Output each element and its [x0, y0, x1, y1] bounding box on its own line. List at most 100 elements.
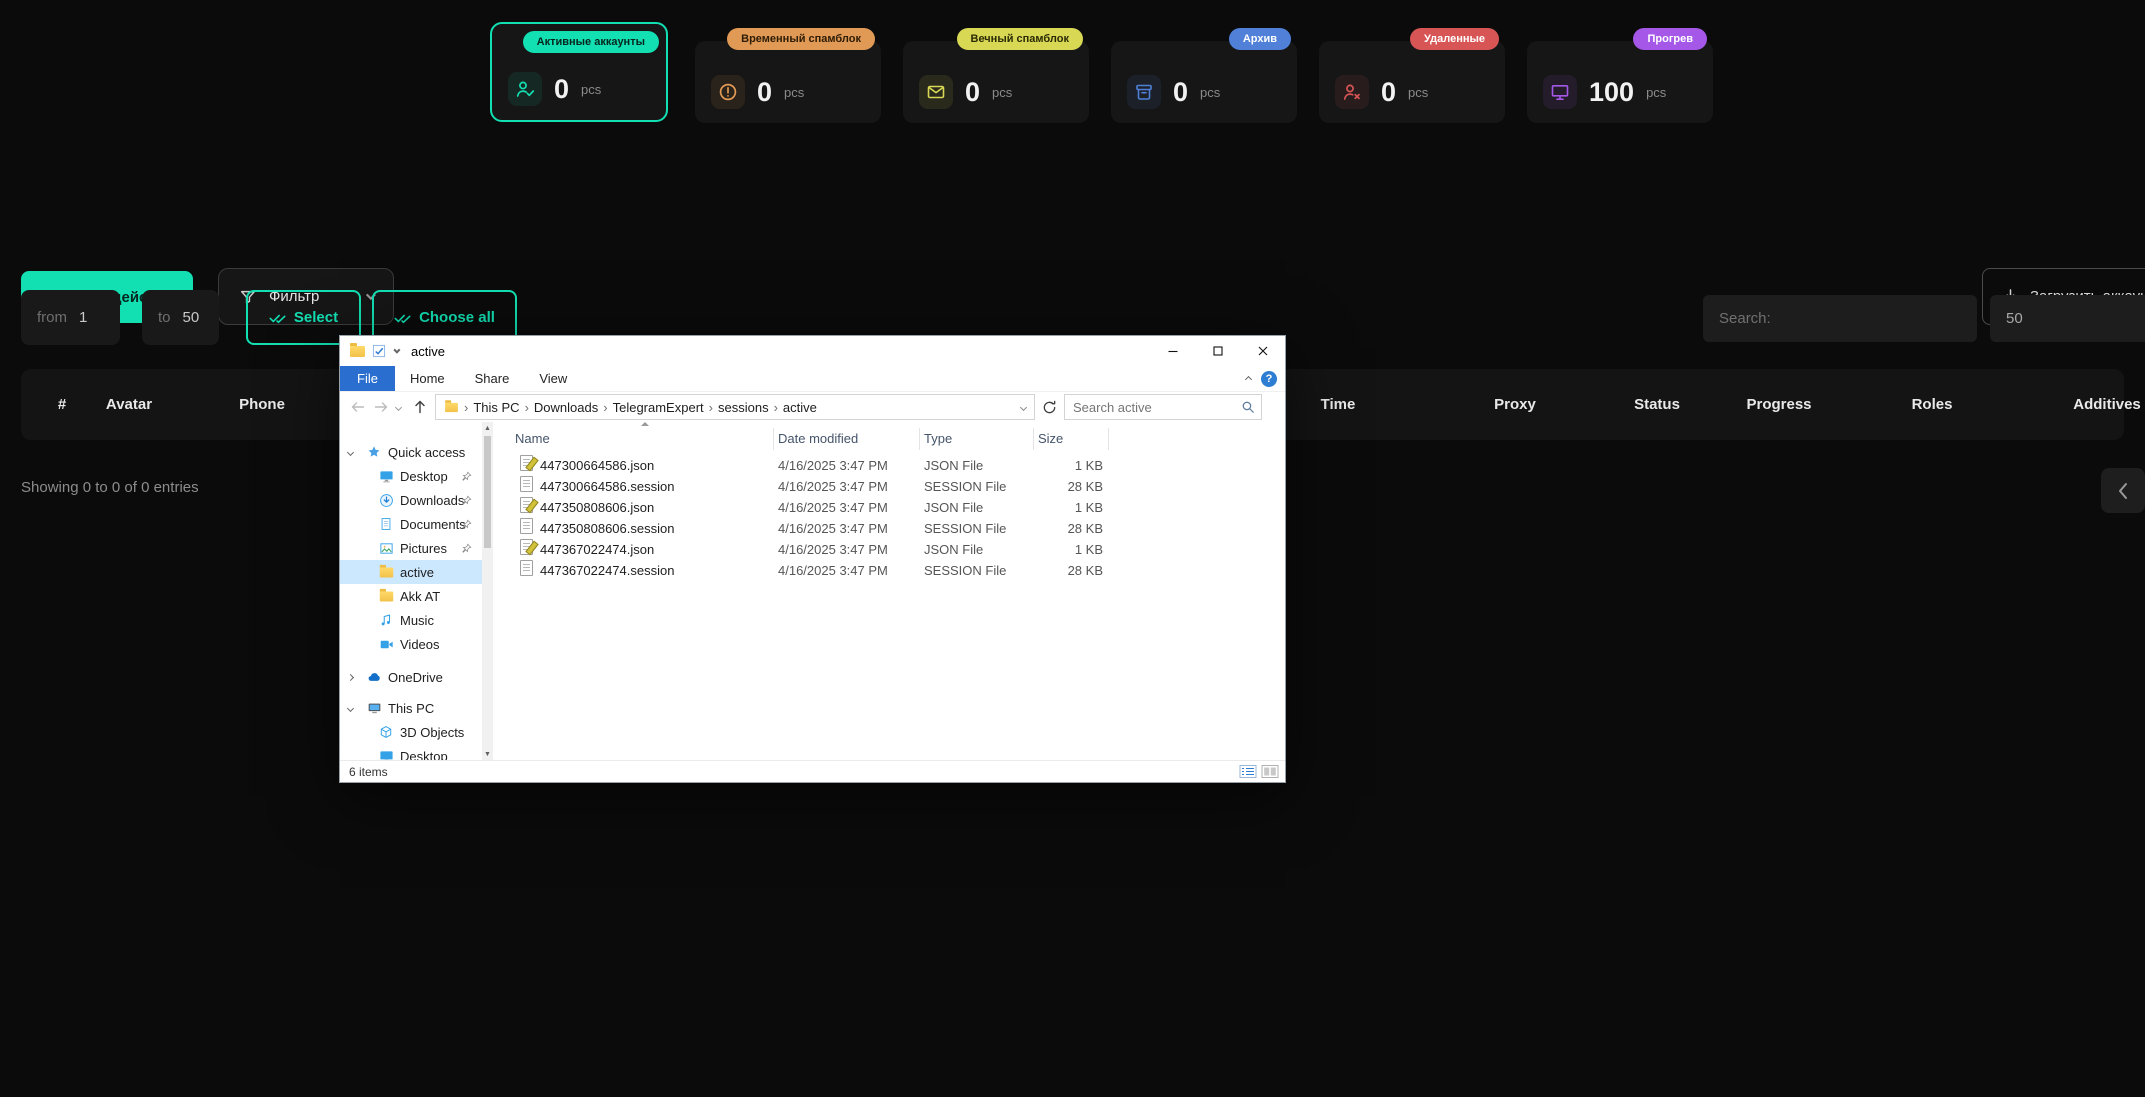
- prev-page-button[interactable]: [2101, 468, 2145, 513]
- sidebar-item-music[interactable]: Music: [340, 608, 482, 632]
- stat-card-deleted[interactable]: Удаленные 0 pcs: [1319, 41, 1505, 123]
- stat-card-warmup[interactable]: Прогрев 100 pcs: [1527, 41, 1713, 123]
- sidebar-item-desktop-pc[interactable]: Desktop: [340, 744, 482, 760]
- sidebar-item-3d-objects[interactable]: 3D Objects: [340, 720, 482, 744]
- details-view-icon[interactable]: [1239, 764, 1257, 779]
- forward-icon[interactable]: [373, 399, 389, 415]
- menu-file[interactable]: File: [340, 366, 395, 391]
- explorer-statusbar: 6 items: [340, 760, 1285, 782]
- from-value: 1: [79, 309, 87, 326]
- to-label: to: [158, 309, 171, 326]
- column-roles: Roles: [1912, 369, 1953, 440]
- sidebar-item-desktop[interactable]: Desktop: [340, 464, 482, 488]
- scroll-down-icon[interactable]: ▼: [482, 748, 493, 760]
- double-check-icon: [394, 311, 411, 325]
- up-icon[interactable]: [412, 399, 428, 415]
- window-title: active: [411, 344, 445, 359]
- scroll-up-icon[interactable]: ▲: [482, 422, 493, 434]
- scrollbar-thumb[interactable]: [484, 436, 491, 548]
- cube-icon: [378, 725, 394, 739]
- history-dropdown-icon[interactable]: [395, 403, 402, 410]
- explorer-titlebar[interactable]: active: [340, 336, 1285, 366]
- chevron-left-icon: [2117, 482, 2129, 500]
- stat-badge: Временный спамблок: [727, 28, 875, 50]
- file-column-name[interactable]: Name: [503, 428, 774, 450]
- thumbnails-view-icon[interactable]: [1261, 764, 1279, 779]
- folder-icon: [350, 346, 365, 357]
- refresh-icon[interactable]: [1042, 400, 1057, 415]
- file-row[interactable]: 447367022474.json 4/16/2025 3:47 PM JSON…: [493, 539, 1277, 560]
- json-file-icon: [520, 455, 533, 471]
- file-column-modified[interactable]: Date modified: [774, 428, 920, 450]
- sidebar-item-pictures[interactable]: Pictures: [340, 536, 482, 560]
- column-phone: Phone: [239, 369, 285, 440]
- to-input[interactable]: to 50: [142, 290, 219, 345]
- stat-unit: pcs: [784, 85, 804, 100]
- page-size-select[interactable]: 50: [1990, 295, 2145, 342]
- folder-icon: [378, 591, 394, 602]
- sidebar-item-this-pc[interactable]: This PC: [340, 696, 482, 720]
- stat-unit: pcs: [1200, 85, 1220, 100]
- warning-icon: [711, 75, 745, 109]
- sidebar-scrollbar[interactable]: ▲ ▼: [482, 422, 493, 760]
- explorer-sidebar: Quick access Desktop Downloads: [340, 422, 482, 760]
- stat-badge: Активные аккаунты: [523, 31, 659, 53]
- sidebar-item-documents[interactable]: Documents: [340, 512, 482, 536]
- stat-card-temp-spamblock[interactable]: Временный спамблок 0 pcs: [695, 41, 881, 123]
- breadcrumb-sessions[interactable]: sessions: [718, 400, 769, 415]
- maximize-button[interactable]: [1195, 336, 1240, 366]
- music-icon: [378, 613, 394, 627]
- stat-value: 0: [757, 77, 772, 108]
- sidebar-item-videos[interactable]: Videos: [340, 632, 482, 656]
- stat-value: 0: [965, 77, 980, 108]
- sidebar-item-active[interactable]: active: [340, 560, 482, 584]
- stat-unit: pcs: [1646, 85, 1666, 100]
- stat-badge: Удаленные: [1410, 28, 1499, 50]
- pin-icon: [461, 519, 472, 530]
- sidebar-item-akk-at[interactable]: Akk AT: [340, 584, 482, 608]
- file-explorer-window: active File Home Share View ?: [339, 335, 1286, 783]
- sidebar-item-quick-access[interactable]: Quick access: [340, 440, 482, 464]
- from-input[interactable]: from 1: [21, 290, 120, 345]
- file-row[interactable]: 447350808606.json 4/16/2025 3:47 PM JSON…: [493, 497, 1277, 518]
- close-button[interactable]: [1240, 336, 1285, 366]
- table-search-input[interactable]: [1703, 295, 1977, 342]
- back-icon[interactable]: [350, 399, 366, 415]
- search-icon: [1241, 400, 1255, 414]
- sidebar-item-onedrive[interactable]: OneDrive: [340, 665, 482, 689]
- file-column-type[interactable]: Type: [920, 428, 1034, 450]
- stat-card-archive[interactable]: Архив 0 pcs: [1111, 41, 1297, 123]
- stat-unit: pcs: [581, 82, 601, 97]
- file-row[interactable]: 447350808606.session 4/16/2025 3:47 PM S…: [493, 518, 1277, 539]
- address-dropdown-icon[interactable]: [1020, 403, 1027, 410]
- explorer-search-input[interactable]: [1073, 400, 1233, 415]
- breadcrumb-telegramexpert[interactable]: TelegramExpert: [613, 400, 704, 415]
- file-row[interactable]: 447300664586.session 4/16/2025 3:47 PM S…: [493, 476, 1277, 497]
- minimize-button[interactable]: [1150, 336, 1195, 366]
- table-empty-info: Showing 0 to 0 of 0 entries: [21, 479, 199, 496]
- address-breadcrumb[interactable]: › This PC › Downloads › TelegramExpert ›…: [435, 394, 1035, 420]
- menu-home[interactable]: Home: [395, 366, 460, 391]
- breadcrumb-active[interactable]: active: [783, 400, 817, 415]
- breadcrumb-downloads[interactable]: Downloads: [534, 400, 598, 415]
- sidebar-item-downloads[interactable]: Downloads: [340, 488, 482, 512]
- collapse-ribbon-icon[interactable]: [1245, 375, 1252, 382]
- column-additives: Additives: [2073, 369, 2141, 440]
- menu-view[interactable]: View: [524, 366, 582, 391]
- help-icon[interactable]: ?: [1261, 371, 1277, 387]
- user-x-icon: [1335, 75, 1369, 109]
- column-avatar: Avatar: [106, 369, 152, 440]
- pin-icon: [461, 471, 472, 482]
- file-row[interactable]: 447367022474.session 4/16/2025 3:47 PM S…: [493, 560, 1277, 581]
- menu-share[interactable]: Share: [460, 366, 525, 391]
- qat-dropdown-icon[interactable]: [393, 346, 400, 353]
- file-column-size[interactable]: Size: [1034, 428, 1109, 450]
- column-proxy: Proxy: [1494, 369, 1536, 440]
- breadcrumb-this-pc[interactable]: This PC: [473, 400, 519, 415]
- onedrive-cloud-icon: [366, 670, 382, 685]
- stat-card-active-accounts[interactable]: Активные аккаунты 0 pcs: [490, 22, 668, 122]
- pictures-icon: [378, 541, 394, 556]
- file-row[interactable]: 447300664586.json 4/16/2025 3:47 PM JSON…: [493, 455, 1277, 476]
- quick-access-toolbar-icon[interactable]: [372, 344, 386, 358]
- stat-card-perm-spamblock[interactable]: Вечный спамблок 0 pcs: [903, 41, 1089, 123]
